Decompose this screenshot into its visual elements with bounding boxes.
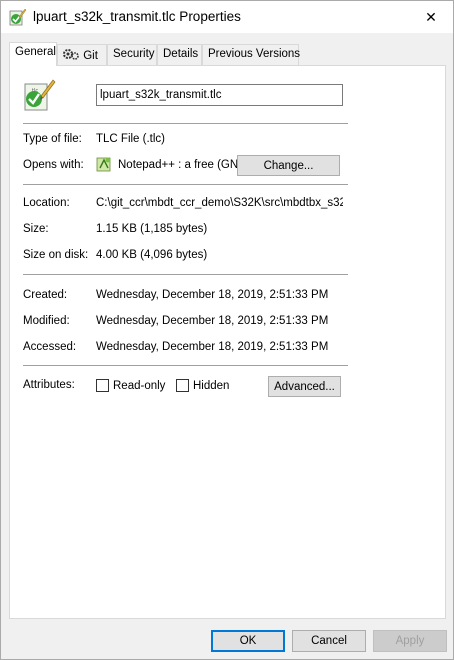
separator — [23, 274, 348, 275]
type-of-file-label: Type of file: — [23, 133, 82, 145]
read-only-checkbox[interactable] — [96, 379, 109, 392]
tab-general[interactable]: General — [9, 42, 57, 66]
read-only-label[interactable]: Read-only — [113, 380, 165, 392]
separator — [23, 365, 348, 366]
tab-details[interactable]: Details — [157, 44, 202, 65]
accessed-label: Accessed: — [23, 341, 77, 353]
tab-general-label: General — [15, 46, 56, 58]
git-gear-icon — [62, 48, 80, 64]
size-label: Size: — [23, 223, 49, 235]
cancel-button[interactable]: Cancel — [292, 630, 366, 652]
location-value: C:\git_ccr\mbdt_ccr_demo\S32K\src\mbdtbx… — [96, 197, 343, 209]
change-button[interactable]: Change... — [237, 155, 340, 176]
tab-previous-versions-label: Previous Versions — [208, 48, 301, 60]
tab-security[interactable]: Security — [107, 44, 157, 65]
modified-label: Modified: — [23, 315, 70, 327]
tab-details-label: Details — [163, 48, 199, 60]
hidden-label[interactable]: Hidden — [193, 380, 229, 392]
attributes-label: Attributes: — [23, 379, 75, 391]
opens-with-label: Opens with: — [23, 159, 84, 171]
close-button[interactable]: ✕ — [409, 1, 453, 33]
tab-security-label: Security — [113, 48, 155, 60]
hidden-checkbox[interactable] — [176, 379, 189, 392]
notepad-plus-plus-icon — [96, 156, 112, 175]
modified-value: Wednesday, December 18, 2019, 2:51:33 PM — [96, 315, 329, 327]
file-type-large-icon: tlc — [23, 78, 57, 115]
tab-previous-versions[interactable]: Previous Versions — [202, 44, 301, 65]
tlc-file-icon — [9, 8, 27, 26]
accessed-value: Wednesday, December 18, 2019, 2:51:33 PM — [96, 341, 329, 353]
title-bar: lpuart_s32k_transmit.tlc Properties ✕ — [1, 1, 453, 33]
created-label: Created: — [23, 289, 68, 301]
size-on-disk-value: 4.00 KB (4,096 bytes) — [96, 249, 208, 261]
tab-git-label: Git — [83, 50, 98, 62]
ok-button[interactable]: OK — [211, 630, 285, 652]
apply-button[interactable]: Apply — [373, 630, 447, 652]
properties-window: lpuart_s32k_transmit.tlc Properties ✕ Ge… — [0, 0, 454, 660]
window-title: lpuart_s32k_transmit.tlc Properties — [33, 9, 241, 24]
separator — [23, 184, 348, 185]
separator — [23, 123, 348, 124]
size-value: 1.15 KB (1,185 bytes) — [96, 223, 208, 235]
created-value: Wednesday, December 18, 2019, 2:51:33 PM — [96, 289, 329, 301]
opens-with-value: Notepad++ : a free (GN — [118, 159, 239, 171]
size-on-disk-label: Size on disk: — [23, 249, 89, 261]
general-panel: tlc Type of file: TLC File (.tlc) Opens … — [9, 65, 446, 619]
tab-git[interactable]: Git — [57, 44, 107, 65]
file-name-input[interactable] — [96, 84, 343, 106]
type-of-file-value: TLC File (.tlc) — [96, 133, 165, 145]
advanced-button[interactable]: Advanced... — [268, 376, 341, 397]
close-icon: ✕ — [425, 8, 437, 25]
location-label: Location: — [23, 197, 70, 209]
